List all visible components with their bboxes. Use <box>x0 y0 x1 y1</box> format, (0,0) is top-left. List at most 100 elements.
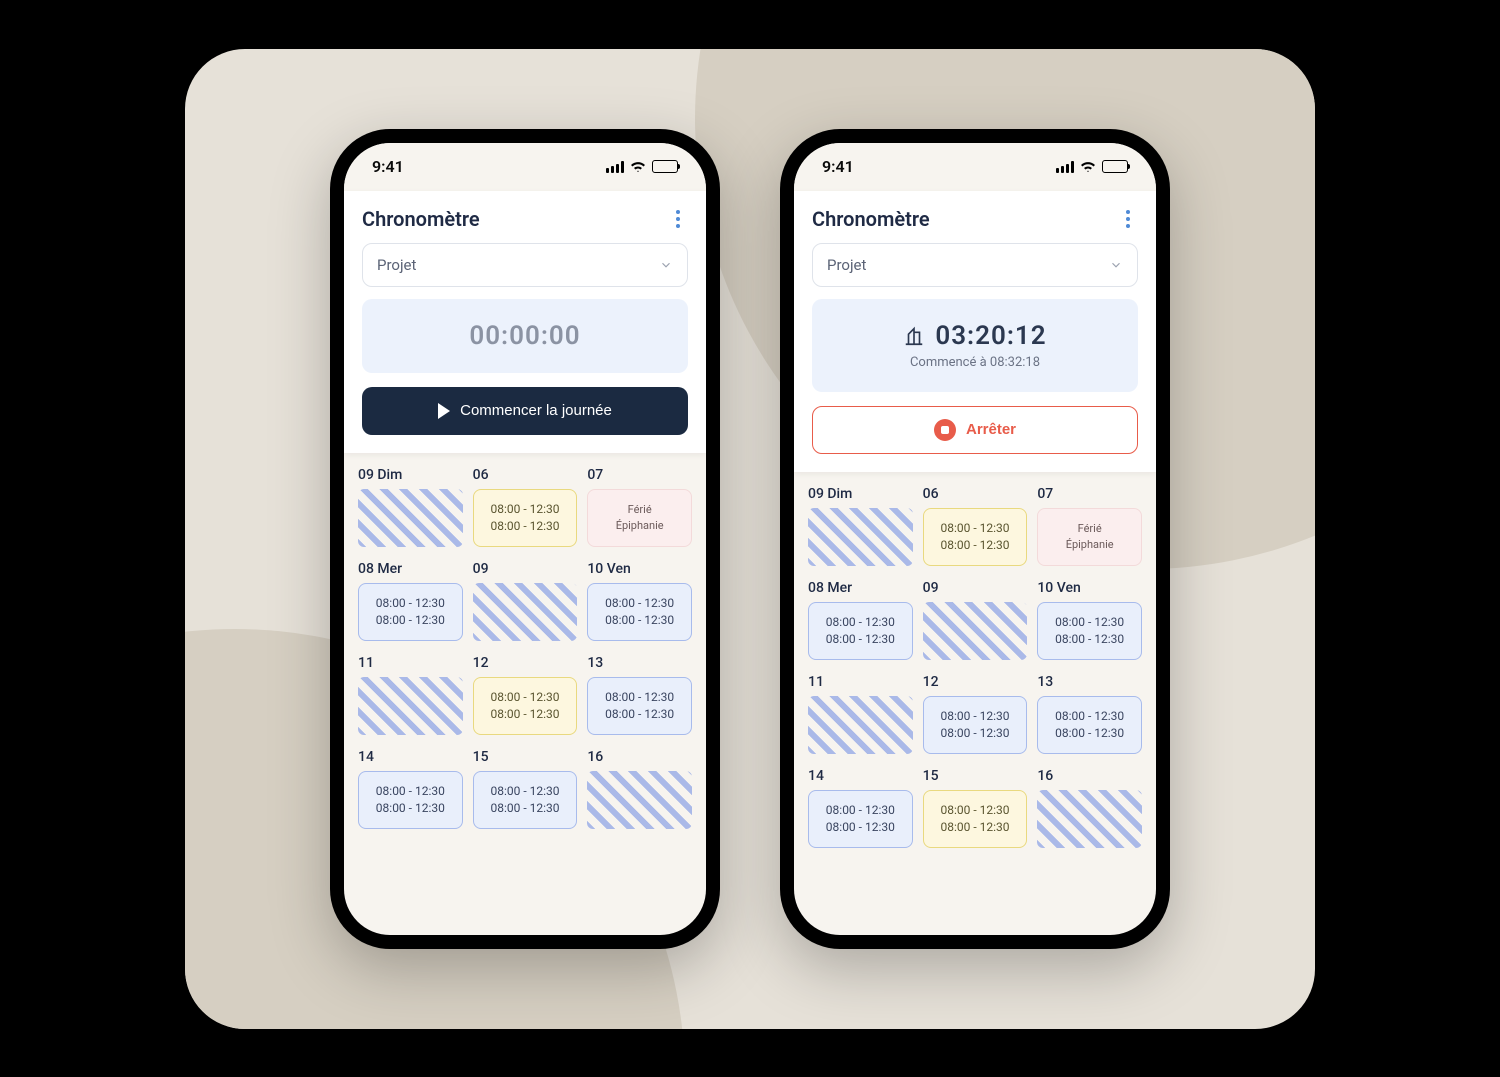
select-label: Projet <box>827 256 866 274</box>
slot: 08:00 - 12:30 <box>490 518 559 535</box>
day-cell-striped[interactable] <box>808 696 913 754</box>
day-label: 13 <box>1037 674 1142 690</box>
slot: 08:00 - 12:30 <box>1055 614 1124 631</box>
battery-icon <box>1102 160 1128 173</box>
stage: 9:41 Chronomètre Projet <box>185 49 1315 1029</box>
timer-card: Chronomètre Projet 00:00:00 Commencer la… <box>344 191 706 453</box>
slot: 08:00 - 12:30 <box>940 819 1009 836</box>
holiday-label: Férié <box>1078 521 1102 536</box>
phone-right: 9:41 Chronomètre Projet <box>780 129 1170 949</box>
select-label: Projet <box>377 256 416 274</box>
menu-icon[interactable] <box>668 209 688 229</box>
day-label: 09 <box>473 561 578 577</box>
start-day-button[interactable]: Commencer la journée <box>362 387 688 435</box>
play-icon <box>438 403 450 419</box>
calendar-grid: 09 Dim 06 08:00 - 12:30 08:00 - 12:30 07 <box>344 453 706 935</box>
timer-display: 03:20:12 Commencé à 08:32:18 <box>812 299 1138 392</box>
day-label: 14 <box>358 749 463 765</box>
slot: 08:00 - 12:30 <box>940 802 1009 819</box>
signal-icon <box>1056 161 1074 173</box>
day-label: 08 Mer <box>358 561 463 577</box>
day-label: 14 <box>808 768 913 784</box>
day-cell-striped[interactable] <box>358 489 463 547</box>
day-cell-striped[interactable] <box>808 508 913 566</box>
day-cell[interactable]: 08:00 - 12:30 08:00 - 12:30 <box>1037 602 1142 660</box>
slot: 08:00 - 12:30 <box>826 802 895 819</box>
timer-value: 03:20:12 <box>935 321 1046 351</box>
signal-icon <box>606 161 624 173</box>
phone-left: 9:41 Chronomètre Projet <box>330 129 720 949</box>
day-label: 16 <box>1037 768 1142 784</box>
day-cell-striped[interactable] <box>923 602 1028 660</box>
slot: 08:00 - 12:30 <box>1055 725 1124 742</box>
project-select[interactable]: Projet <box>812 243 1138 287</box>
day-cell-striped[interactable] <box>587 771 692 829</box>
holiday-name: Épiphanie <box>1066 537 1114 552</box>
wifi-icon <box>630 161 646 173</box>
day-label: 15 <box>923 768 1028 784</box>
day-cell[interactable]: 08:00 - 12:30 08:00 - 12:30 <box>1037 696 1142 754</box>
menu-icon[interactable] <box>1118 209 1138 229</box>
day-cell[interactable]: 08:00 - 12:30 08:00 - 12:30 <box>358 583 463 641</box>
slot: 08:00 - 12:30 <box>376 783 445 800</box>
day-cell[interactable]: 08:00 - 12:30 08:00 - 12:30 <box>587 677 692 735</box>
day-label: 10 Ven <box>587 561 692 577</box>
day-cell[interactable]: 08:00 - 12:30 08:00 - 12:30 <box>473 489 578 547</box>
slot: 08:00 - 12:30 <box>490 800 559 817</box>
stop-icon <box>934 419 956 441</box>
statusbar: 9:41 <box>794 143 1156 191</box>
day-label: 06 <box>473 467 578 483</box>
day-label: 11 <box>808 674 913 690</box>
day-cell[interactable]: 08:00 - 12:30 08:00 - 12:30 <box>587 583 692 641</box>
day-label: 08 Mer <box>808 580 913 596</box>
slot: 08:00 - 12:30 <box>605 595 674 612</box>
slot: 08:00 - 12:30 <box>940 520 1009 537</box>
slot: 08:00 - 12:30 <box>490 501 559 518</box>
wifi-icon <box>1080 161 1096 173</box>
day-cell-holiday[interactable]: Férié Épiphanie <box>587 489 692 547</box>
day-cell[interactable]: 08:00 - 12:30 08:00 - 12:30 <box>923 696 1028 754</box>
status-indicators <box>1056 160 1128 173</box>
day-label: 11 <box>358 655 463 671</box>
slot: 08:00 - 12:30 <box>826 614 895 631</box>
day-cell-striped[interactable] <box>473 583 578 641</box>
chevron-down-icon <box>1109 258 1123 272</box>
page-title: Chronomètre <box>362 207 480 231</box>
status-time: 9:41 <box>822 157 854 176</box>
day-cell-holiday[interactable]: Férié Épiphanie <box>1037 508 1142 566</box>
day-cell[interactable]: 08:00 - 12:30 08:00 - 12:30 <box>923 508 1028 566</box>
day-cell[interactable]: 08:00 - 12:30 08:00 - 12:30 <box>358 771 463 829</box>
start-label: Commencer la journée <box>460 402 612 419</box>
day-cell[interactable]: 08:00 - 12:30 08:00 - 12:30 <box>473 677 578 735</box>
day-cell-striped[interactable] <box>1037 790 1142 848</box>
stop-label: Arrêter <box>966 421 1016 438</box>
day-cell[interactable]: 08:00 - 12:30 08:00 - 12:30 <box>923 790 1028 848</box>
holiday-name: Épiphanie <box>616 518 664 533</box>
day-cell[interactable]: 08:00 - 12:30 08:00 - 12:30 <box>808 602 913 660</box>
slot: 08:00 - 12:30 <box>490 706 559 723</box>
day-label: 06 <box>923 486 1028 502</box>
day-cell-striped[interactable] <box>358 677 463 735</box>
slot: 08:00 - 12:30 <box>826 819 895 836</box>
battery-icon <box>652 160 678 173</box>
day-cell[interactable]: 08:00 - 12:30 08:00 - 12:30 <box>473 771 578 829</box>
project-select[interactable]: Projet <box>362 243 688 287</box>
slot: 08:00 - 12:30 <box>490 783 559 800</box>
day-label: 09 Dim <box>808 486 913 502</box>
day-label: 09 <box>923 580 1028 596</box>
day-label: 07 <box>587 467 692 483</box>
timer-card: Chronomètre Projet 03:20:12 Commencé à 0… <box>794 191 1156 472</box>
timer-subtitle: Commencé à 08:32:18 <box>910 355 1040 370</box>
day-label: 12 <box>923 674 1028 690</box>
slot: 08:00 - 12:30 <box>940 708 1009 725</box>
stop-button[interactable]: Arrêter <box>812 406 1138 454</box>
slot: 08:00 - 12:30 <box>376 800 445 817</box>
day-cell[interactable]: 08:00 - 12:30 08:00 - 12:30 <box>808 790 913 848</box>
building-icon <box>903 325 925 347</box>
day-label: 13 <box>587 655 692 671</box>
slot: 08:00 - 12:30 <box>376 595 445 612</box>
page-title: Chronomètre <box>812 207 930 231</box>
slot: 08:00 - 12:30 <box>1055 631 1124 648</box>
calendar-grid: 09 Dim 06 08:00 - 12:30 08:00 - 12:30 07… <box>794 472 1156 935</box>
timer-value: 00:00:00 <box>469 321 580 351</box>
